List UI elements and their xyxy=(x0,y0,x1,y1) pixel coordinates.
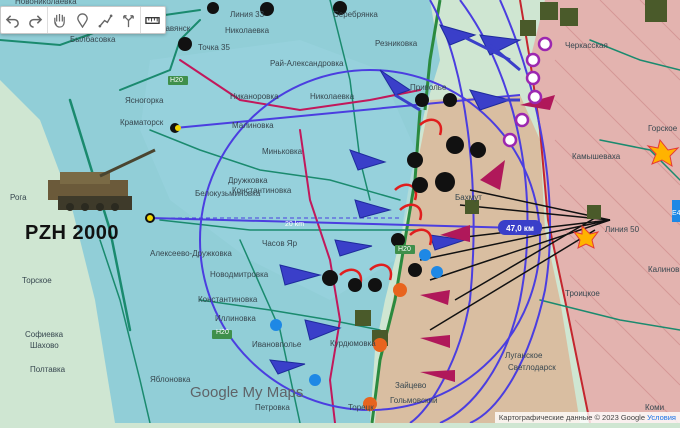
map-place-label: Калиновка xyxy=(648,265,680,274)
map-place-label: Константиновка xyxy=(198,295,258,304)
map-place-label: Гольмовский xyxy=(390,396,437,405)
marker-icon[interactable] xyxy=(71,7,94,33)
map-place-label: Петровка xyxy=(255,403,290,412)
redo-icon[interactable] xyxy=(24,7,47,33)
google-logo-suffix: My Maps xyxy=(243,384,304,401)
map-place-label: 20 km xyxy=(285,221,304,228)
map-place-label: Курдюмовка xyxy=(330,339,376,348)
map-place-label: Линия 33 xyxy=(230,10,265,19)
map-place-label: Луганское xyxy=(505,351,543,360)
map-place-label: Алексеево-Дружковка xyxy=(150,249,232,258)
map-place-label: H20 xyxy=(170,77,183,84)
map-place-label: Рога xyxy=(10,193,27,202)
map-place-label: Дружковка xyxy=(228,176,268,185)
map-place-label: Резниковка xyxy=(375,39,418,48)
map-place-label: Миньковка xyxy=(262,147,303,156)
map-place-label: Николаевка xyxy=(310,92,355,101)
map-place-label: Белокузьминовка xyxy=(195,189,261,198)
map-place-label: Малиновка xyxy=(232,121,274,130)
map-place-label: Торское xyxy=(22,276,52,285)
draw-line-icon[interactable] xyxy=(94,7,117,33)
map-place-label: Точка 35 xyxy=(198,43,231,52)
directions-icon[interactable] xyxy=(117,7,140,33)
map-place-label: Софиевка xyxy=(25,330,64,339)
google-my-maps-logo: Google My Maps xyxy=(190,384,303,401)
map-place-label: Торецк xyxy=(348,403,374,412)
map-place-label: Приволье xyxy=(410,83,447,92)
map-place-label: Коми xyxy=(645,403,664,412)
map-place-label: Троицкое xyxy=(565,289,600,298)
map-place-label: Черкасская xyxy=(565,41,608,50)
map-place-label: Серебрянка xyxy=(333,10,378,19)
map-place-label: Горское xyxy=(648,124,678,133)
map-place-label: Камышеваха xyxy=(572,152,621,161)
distance-badge: 47,0 км xyxy=(506,224,534,233)
ruler-icon[interactable] xyxy=(140,7,164,33)
map-place-label: Бахмут xyxy=(455,193,482,202)
map-place-label: Светлодарск xyxy=(508,363,556,372)
map-place-label: Полтавка xyxy=(30,365,66,374)
hand-icon[interactable] xyxy=(47,7,71,33)
map-place-label: H20 xyxy=(398,246,411,253)
map-place-label: Былбасовка xyxy=(70,35,116,44)
terms-link[interactable]: Условия xyxy=(647,413,676,422)
map-canvas[interactable]: НовониколаевкаЛиния 33СеребрянкаСлавянск… xyxy=(0,0,680,423)
map-place-label: Часов Яр xyxy=(262,239,298,248)
map-place-label: Рай-Александровка xyxy=(270,59,344,68)
map-place-label: Николаевка xyxy=(225,26,270,35)
map-place-label: Линия 50 xyxy=(605,225,640,234)
undo-icon[interactable] xyxy=(1,7,24,33)
map-place-label: Зайцево xyxy=(395,381,427,390)
caption-pzh2000: PZH 2000 xyxy=(25,222,119,245)
attribution-bar: Картографические данные © 2023 Google Ус… xyxy=(495,412,680,423)
map-place-label: Яблоновка xyxy=(150,375,191,384)
map-place-label: Иллиновка xyxy=(215,314,256,323)
map-place-label: Новодмитровка xyxy=(210,270,269,279)
map-place-label: Ясногорка xyxy=(125,96,164,105)
map-place-label: E40 xyxy=(672,210,680,217)
map-place-label: H20 xyxy=(216,329,229,336)
attribution-text: Картографические данные © 2023 Google xyxy=(499,413,645,422)
google-logo-word: Google xyxy=(190,384,238,401)
map-place-label: Краматорск xyxy=(120,118,164,127)
map-place-label: Никаноровка xyxy=(230,92,279,101)
map-place-label: Шахово xyxy=(30,341,59,350)
map-place-label: Ивановполье xyxy=(252,340,302,349)
map-toolbar xyxy=(0,6,166,34)
